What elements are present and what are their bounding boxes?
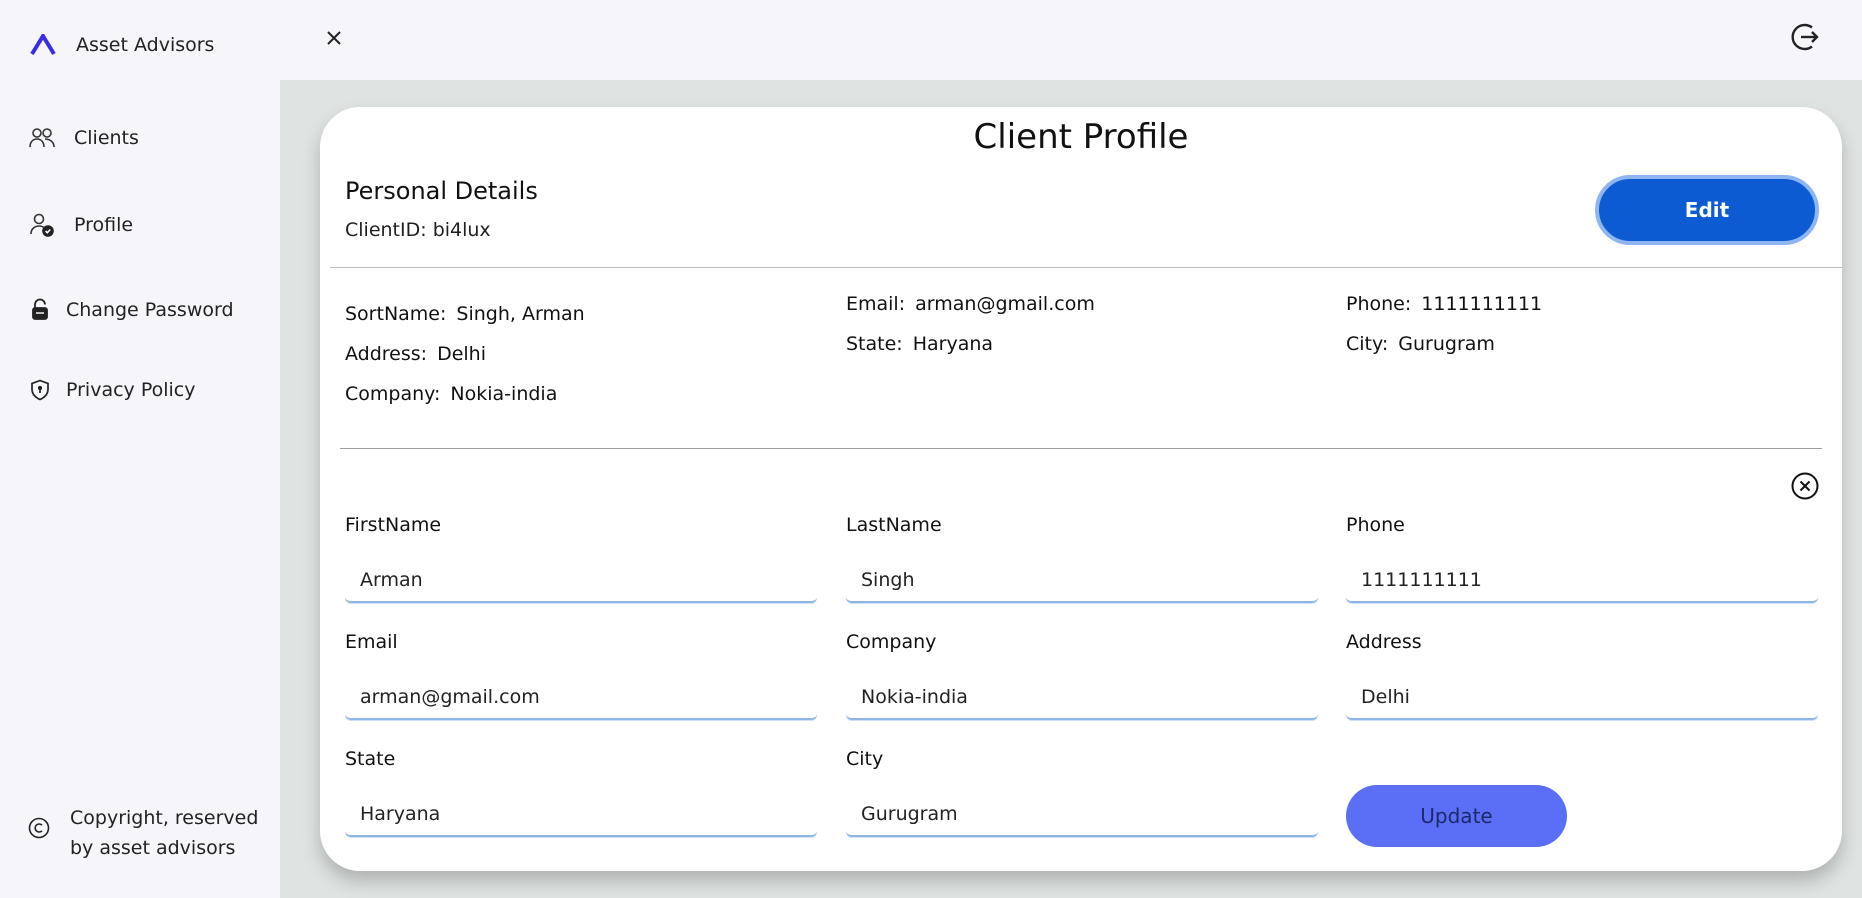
close-form-icon[interactable]	[1790, 471, 1820, 501]
firstname-input[interactable]	[345, 559, 817, 603]
divider	[330, 267, 1842, 268]
address-label: Address	[1346, 631, 1422, 653]
client-id-label: ClientID:	[345, 219, 427, 241]
email-input[interactable]	[345, 676, 817, 720]
copyright-line2: by asset advisors	[70, 837, 236, 859]
company-input[interactable]	[846, 676, 1318, 720]
sidebar-item-privacy-policy[interactable]: Privacy Policy	[28, 376, 195, 404]
lastname-label: LastName	[846, 514, 942, 536]
update-button[interactable]: Update	[1346, 785, 1567, 847]
sidebar-item-clients[interactable]: Clients	[28, 124, 139, 152]
logout-icon[interactable]	[1788, 20, 1822, 54]
shield-icon	[28, 376, 52, 404]
detail-company: Company: Nokia-india	[345, 383, 558, 405]
sidebar-item-label: Change Password	[66, 299, 234, 321]
email-label: Email	[345, 631, 398, 653]
detail-city: City: Gurugram	[1346, 333, 1495, 355]
sidebar: Asset Advisors Clients Profile Change Pa…	[0, 0, 280, 898]
sidebar-item-profile[interactable]: Profile	[28, 211, 133, 239]
phone-input[interactable]	[1346, 559, 1818, 603]
main-content: Client Profile Personal Details ClientID…	[280, 80, 1862, 898]
detail-address: Address: Delhi	[345, 343, 486, 365]
copyright-line1: Copyright, reserved	[70, 807, 259, 829]
client-id-value: bi4lux	[432, 219, 491, 241]
address-input[interactable]	[1346, 676, 1818, 720]
copyright-note: Copyright, reserved by asset advisors	[28, 803, 258, 863]
detail-phone: Phone: 1111111111	[1346, 293, 1543, 315]
lastname-input[interactable]	[846, 559, 1318, 603]
state-input[interactable]	[345, 793, 817, 837]
sidebar-item-label: Privacy Policy	[66, 379, 196, 401]
client-profile-card: Client Profile Personal Details ClientID…	[320, 107, 1842, 871]
sidebar-item-change-password[interactable]: Change Password	[28, 296, 234, 324]
page-title: Client Profile	[973, 117, 1189, 157]
city-label: City	[846, 748, 884, 770]
section-title: Personal Details	[345, 177, 538, 205]
divider	[340, 448, 1822, 449]
client-id: ClientID: bi4lux	[345, 219, 491, 241]
brand[interactable]: Asset Advisors	[30, 30, 214, 60]
phone-label: Phone	[1346, 514, 1405, 536]
detail-sortname: SortName: Singh, Arman	[345, 303, 585, 325]
user-check-icon	[28, 211, 56, 239]
detail-state: State: Haryana	[846, 333, 994, 355]
state-label: State	[345, 748, 396, 770]
company-label: Company	[846, 631, 937, 653]
sidebar-item-label: Profile	[74, 214, 134, 236]
edit-button[interactable]: Edit	[1595, 175, 1819, 245]
lock-icon	[28, 296, 52, 324]
close-sidebar-icon[interactable]	[322, 26, 346, 50]
sidebar-item-label: Clients	[74, 127, 139, 149]
copyright-icon	[28, 817, 52, 841]
users-icon	[28, 124, 56, 152]
brand-name: Asset Advisors	[76, 34, 215, 56]
city-input[interactable]	[846, 793, 1318, 837]
brand-logo-icon	[30, 34, 56, 56]
detail-email: Email: arman@gmail.com	[846, 293, 1095, 315]
top-bar	[280, 0, 1862, 80]
firstname-label: FirstName	[345, 514, 442, 536]
